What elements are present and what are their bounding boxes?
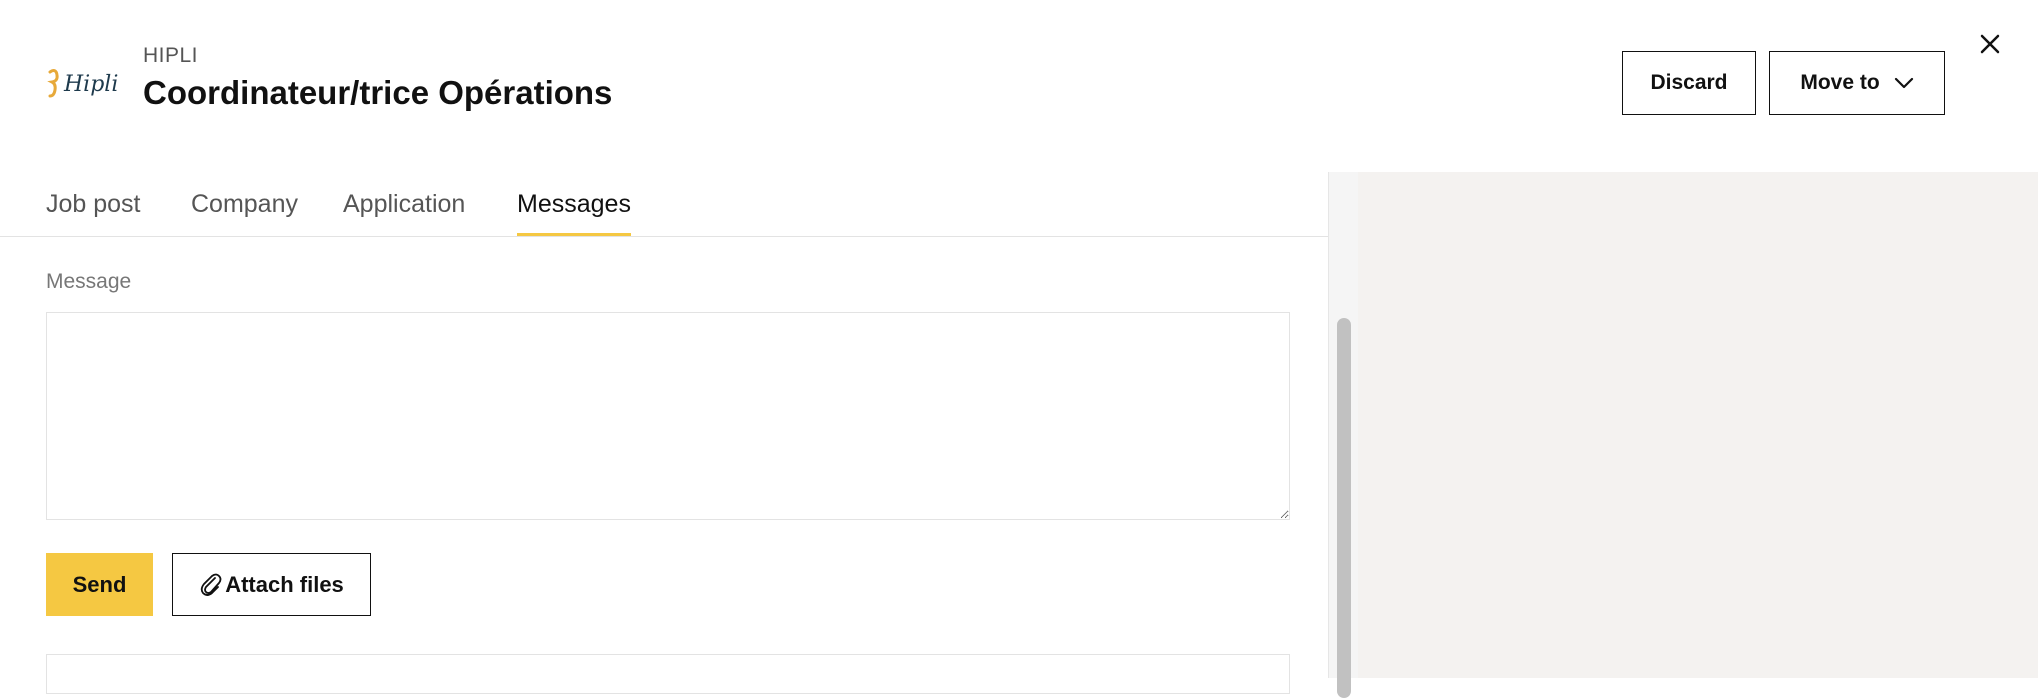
attach-files-label: Attach files <box>225 571 344 597</box>
message-card <box>46 654 1290 694</box>
close-icon[interactable] <box>1978 32 2002 56</box>
preview-pane <box>1358 172 2038 678</box>
hipli-logo: Hipli <box>44 66 126 100</box>
message-input[interactable] <box>46 312 1290 520</box>
send-label: Send <box>72 571 127 597</box>
logo-wordmark: Hipli <box>63 72 118 97</box>
tab-messages[interactable]: Messages <box>517 190 631 236</box>
move-to-label: Move to <box>1800 71 1880 94</box>
tab-job-post[interactable]: Job post <box>46 190 141 233</box>
page-title: Coordinateur/trice Opérations <box>143 74 613 111</box>
scrollbar-thumb[interactable] <box>1337 318 1351 698</box>
tab-company[interactable]: Company <box>191 190 298 233</box>
attach-files-button[interactable]: Attach files <box>172 553 371 616</box>
company-name: HIPLI <box>143 44 199 67</box>
send-button[interactable]: Send <box>46 553 153 616</box>
discard-label: Discard <box>1650 71 1728 94</box>
tab-bar: Job post Company Application Messages <box>0 172 1328 237</box>
tab-application[interactable]: Application <box>343 190 465 233</box>
paperclip-icon <box>201 573 222 596</box>
message-label: Message <box>46 270 132 293</box>
chevron-down-icon <box>1894 77 1913 89</box>
discard-button[interactable]: Discard <box>1622 51 1756 115</box>
move-to-button[interactable]: Move to <box>1769 51 1945 115</box>
